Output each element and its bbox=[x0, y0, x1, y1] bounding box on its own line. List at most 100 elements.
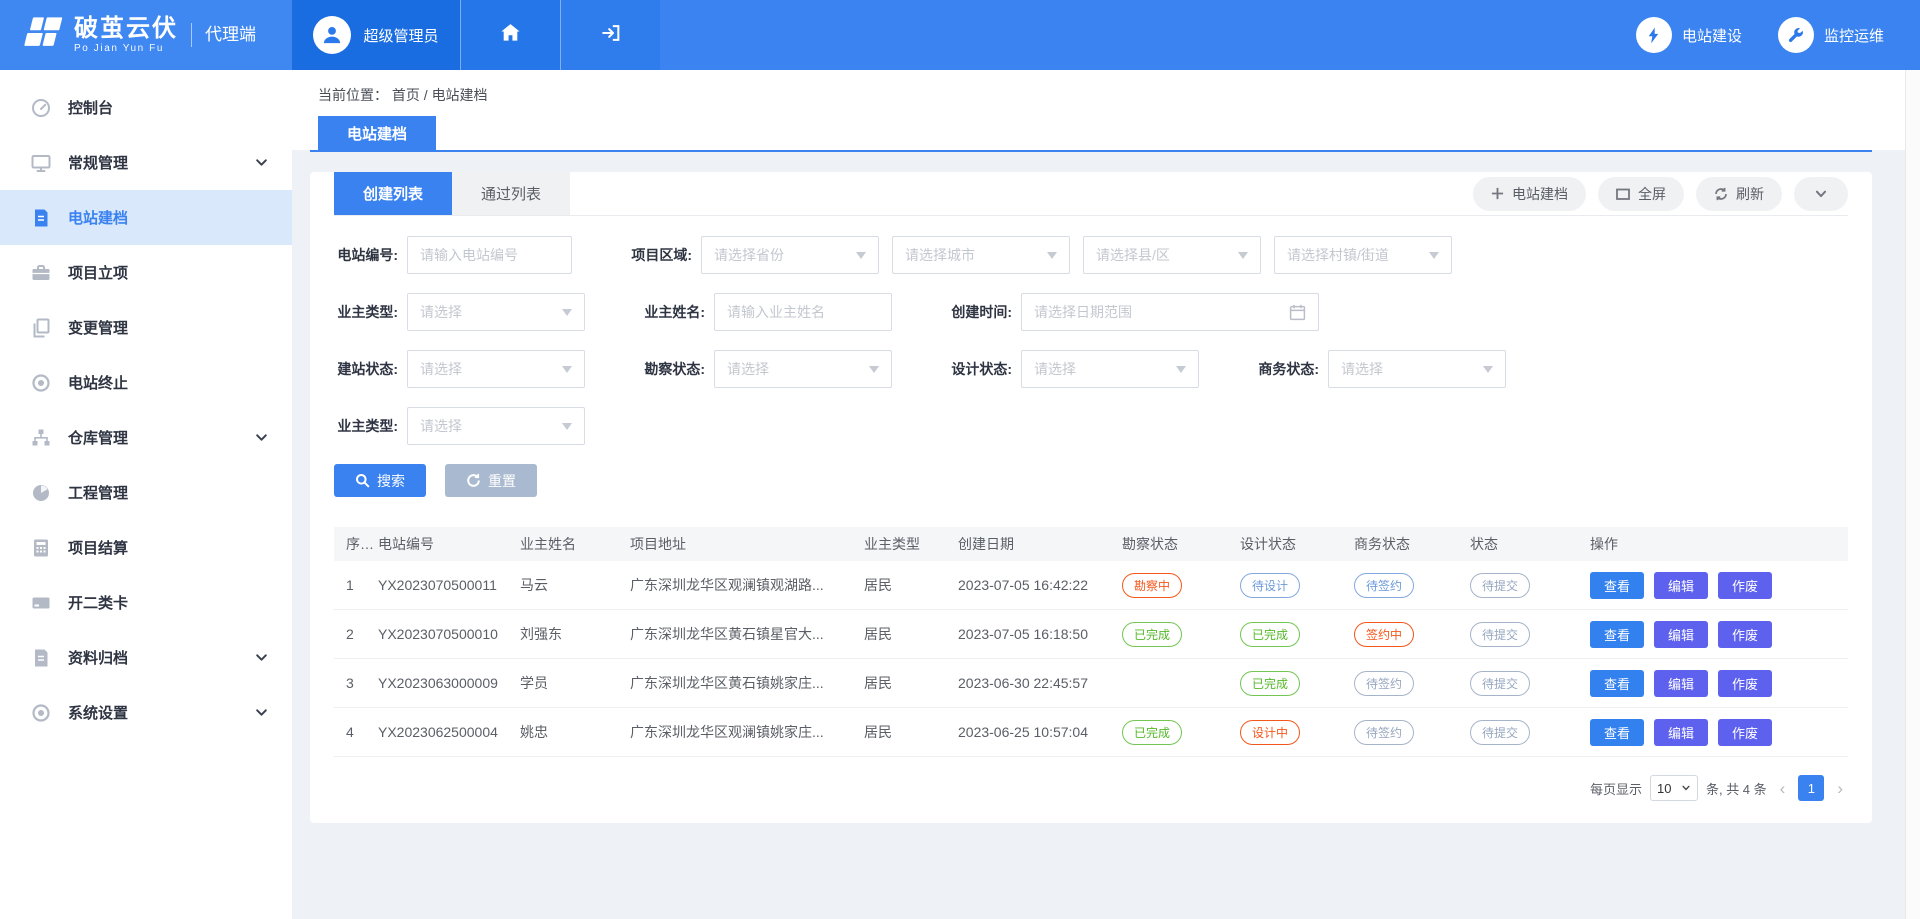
dashboard-icon bbox=[30, 97, 52, 119]
cell-address: 广东深圳龙华区观澜镇观湖路... bbox=[630, 575, 864, 595]
column-header: 创建日期 bbox=[958, 534, 1122, 554]
town-select[interactable]: 请选择村镇/街道 bbox=[1274, 236, 1452, 274]
select-caret-icon bbox=[869, 366, 879, 373]
owner-name-input[interactable] bbox=[714, 293, 892, 331]
wrench-icon bbox=[1778, 17, 1814, 53]
view-button[interactable]: 查看 bbox=[1590, 621, 1644, 648]
sidebar-item-project-settlement[interactable]: 项目结算 bbox=[0, 520, 292, 575]
owner-type-2-label: 业主类型: bbox=[334, 416, 398, 436]
fullscreen-label: 全屏 bbox=[1638, 184, 1666, 204]
business-status-select[interactable]: 请选择 bbox=[1328, 350, 1506, 388]
filter-row: 建站状态:请选择勘察状态:请选择设计状态:请选择商务状态:请选择 bbox=[334, 350, 1848, 388]
prev-page-button[interactable]: ‹ bbox=[1775, 780, 1791, 797]
per-page-value: 10 bbox=[1657, 781, 1671, 796]
plus-icon bbox=[1491, 187, 1504, 200]
column-header: 操作 bbox=[1590, 534, 1848, 554]
sidebar-item-general-mgmt[interactable]: 常规管理 bbox=[0, 135, 292, 190]
survey-status-label: 勘察状态: bbox=[641, 359, 705, 379]
cell-owner-name: 刘强东 bbox=[520, 624, 630, 644]
void-button[interactable]: 作废 bbox=[1718, 621, 1772, 648]
vertical-scrollbar[interactable] bbox=[1905, 70, 1920, 919]
search-button[interactable]: 搜索 bbox=[334, 464, 426, 497]
filter-field-design-status: 设计状态:请选择 bbox=[948, 350, 1199, 388]
filter-field-survey-status: 勘察状态: 请选择 bbox=[641, 350, 892, 388]
user-segment[interactable]: 超级管理员 bbox=[292, 0, 460, 70]
tab-passed-list[interactable]: 通过列表 bbox=[452, 172, 570, 215]
filter-field-owner-name: 业主姓名: bbox=[641, 293, 892, 331]
province-label: 项目区域: bbox=[628, 245, 692, 265]
brand-text: 破茧云伏 Po Jian Yun Fu bbox=[74, 16, 178, 54]
sidebar-item-warehouse-mgmt[interactable]: 仓库管理 bbox=[0, 410, 292, 465]
stations-table: 序号电站编号业主姓名项目地址业主类型创建日期勘察状态设计状态商务状态状态操作 1… bbox=[334, 527, 1848, 757]
logout-button[interactable] bbox=[560, 0, 660, 70]
page-number[interactable]: 1 bbox=[1798, 775, 1824, 801]
select-caret-icon bbox=[1238, 252, 1248, 259]
page-title-tab[interactable]: 电站建档 bbox=[318, 116, 436, 150]
cell-created: 2023-06-30 22:45:57 bbox=[958, 675, 1122, 691]
filter-field-station-code: 电站编号: bbox=[334, 236, 572, 274]
filter-field-owner-type-2: 业主类型: 请选择 bbox=[334, 407, 585, 445]
breadcrumb-current: 电站建档 bbox=[432, 87, 488, 103]
edit-button[interactable]: 编辑 bbox=[1654, 572, 1708, 599]
filter-field-business-status: 商务状态:请选择 bbox=[1255, 350, 1506, 388]
reset-button[interactable]: 重置 bbox=[445, 464, 537, 497]
sidebar-item-engineering-mgmt[interactable]: 工程管理 bbox=[0, 465, 292, 520]
nav-station-build[interactable]: 电站建设 bbox=[1636, 0, 1742, 70]
design-status-select[interactable]: 请选择 bbox=[1021, 350, 1199, 388]
survey-status-select[interactable]: 请选择 bbox=[714, 350, 892, 388]
home-button[interactable] bbox=[460, 0, 560, 70]
void-button[interactable]: 作废 bbox=[1718, 719, 1772, 746]
filter-field-district: 请选择县/区 bbox=[1083, 236, 1261, 274]
brand-block: 破茧云伏 Po Jian Yun Fu 代理端 bbox=[0, 0, 292, 70]
view-button[interactable]: 查看 bbox=[1590, 572, 1644, 599]
tab-created-list[interactable]: 创建列表 bbox=[334, 172, 452, 215]
edit-button[interactable]: 编辑 bbox=[1654, 621, 1708, 648]
business-status-badge: 待签约 bbox=[1354, 671, 1414, 696]
void-button[interactable]: 作废 bbox=[1718, 670, 1772, 697]
brand-name: 破茧云伏 bbox=[74, 16, 178, 41]
sidebar-item-station-termination[interactable]: 电站终止 bbox=[0, 355, 292, 410]
column-header: 商务状态 bbox=[1354, 534, 1470, 554]
owner-type-label: 业主类型: bbox=[334, 302, 398, 322]
calculator-icon bbox=[30, 537, 52, 559]
station-code-input[interactable] bbox=[407, 236, 572, 274]
content-area: 当前位置： 首页 / 电站建档 电站建档 创建列表 通过列表 电站建档 bbox=[292, 70, 1920, 919]
sidebar-item-station-archive[interactable]: 电站建档 bbox=[0, 190, 292, 245]
list-panel: 创建列表 通过列表 电站建档 全屏 刷新 bbox=[310, 172, 1872, 823]
nav-monitor-ops[interactable]: 监控运维 bbox=[1778, 0, 1884, 70]
owner-type-2-select[interactable]: 请选择 bbox=[407, 407, 585, 445]
chevron-down-icon bbox=[255, 651, 268, 664]
build-status-select[interactable]: 请选择 bbox=[407, 350, 585, 388]
view-button[interactable]: 查看 bbox=[1590, 719, 1644, 746]
cell-actions: 查看编辑作废 bbox=[1590, 572, 1848, 599]
sidebar-item-change-mgmt[interactable]: 变更管理 bbox=[0, 300, 292, 355]
sidebar-item-data-archive[interactable]: 资料归档 bbox=[0, 630, 292, 685]
view-button[interactable]: 查看 bbox=[1590, 670, 1644, 697]
sidebar-item-console[interactable]: 控制台 bbox=[0, 80, 292, 135]
district-select[interactable]: 请选择县/区 bbox=[1083, 236, 1261, 274]
owner-type-select[interactable]: 请选择 bbox=[407, 293, 585, 331]
edit-button[interactable]: 编辑 bbox=[1654, 719, 1708, 746]
chevron-down-icon bbox=[255, 156, 268, 169]
void-button[interactable]: 作废 bbox=[1718, 572, 1772, 599]
sidebar-item-system-settings[interactable]: 系统设置 bbox=[0, 685, 292, 740]
create-station-button[interactable]: 电站建档 bbox=[1473, 177, 1586, 211]
breadcrumb-strip: 当前位置： 首页 / 电站建档 电站建档 bbox=[292, 70, 1920, 150]
create-time-date-input[interactable]: 请选择日期范围 bbox=[1021, 293, 1319, 331]
collapse-button[interactable] bbox=[1794, 177, 1848, 211]
edit-button[interactable]: 编辑 bbox=[1654, 670, 1708, 697]
fullscreen-button[interactable]: 全屏 bbox=[1598, 177, 1684, 211]
province-select[interactable]: 请选择省份 bbox=[701, 236, 879, 274]
sidebar-item-class2-card[interactable]: 开二类卡 bbox=[0, 575, 292, 630]
next-page-button[interactable]: › bbox=[1832, 780, 1848, 797]
sidebar-item-project-approval[interactable]: 项目立项 bbox=[0, 245, 292, 300]
refresh-button[interactable]: 刷新 bbox=[1696, 177, 1782, 211]
filter-field-province: 项目区域: 请选择省份 bbox=[628, 236, 879, 274]
cell-address: 广东深圳龙华区黄石镇星官大... bbox=[630, 624, 864, 644]
cell-station-code: YX2023063000009 bbox=[378, 675, 520, 691]
per-page-select[interactable]: 10 bbox=[1650, 775, 1698, 801]
city-select[interactable]: 请选择城市 bbox=[892, 236, 1070, 274]
sidebar-item-label: 电站终止 bbox=[68, 372, 128, 393]
breadcrumb-home-link[interactable]: 首页 bbox=[392, 87, 420, 103]
breadcrumb: 当前位置： 首页 / 电站建档 bbox=[318, 85, 488, 105]
